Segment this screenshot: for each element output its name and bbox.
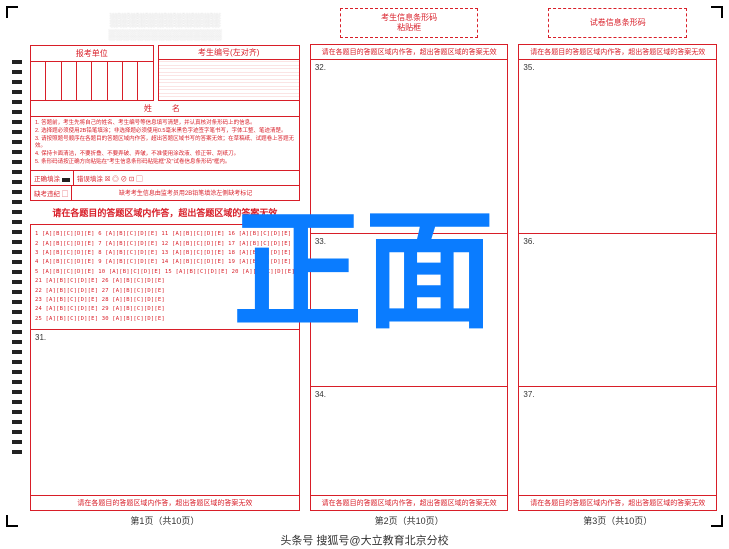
area-footer: 请在各题目的答题区域内作答，超出答题区域的答案无效	[311, 495, 508, 510]
exam-title: ░░░░░░░░░░░░	[30, 12, 300, 28]
wrong-fill-label: 错误填涂 ☒ ◎ ⊘ ⊡ ▢	[74, 171, 146, 185]
question-box: 37.	[519, 387, 716, 495]
warning-text: 请在各题目的答题区域内作答，超出答题区域的答案无效	[30, 201, 300, 224]
page-3: 试卷信息条形码 请在各题目的答题区域内作答，超出答题区域的答案无效 35. 36…	[518, 6, 717, 527]
name-box: 姓 名	[30, 101, 300, 117]
candidate-info-row: 报考单位 考生编号(左对齐)	[30, 45, 300, 101]
crop-mark-bl	[6, 513, 20, 527]
area-footer: 请在各题目的答题区域内作答，超出答题区域的答案无效	[519, 495, 716, 510]
mc-row: 22 [A][B][C][D][E] 27 [A][B][C][D][E]	[35, 287, 295, 296]
correct-fill-label: 正确填涂	[31, 171, 74, 185]
question-box: 35.	[519, 60, 716, 234]
page-2: 考生信息条形码 粘贴框 请在各题目的答题区域内作答，超出答题区域的答案无效 32…	[310, 6, 509, 527]
question-number: 32.	[315, 63, 326, 72]
page3-answer-area: 请在各题目的答题区域内作答，超出答题区域的答案无效 35. 36. 37. 请在…	[518, 44, 717, 511]
question-box: 33.	[311, 234, 508, 387]
exam-unit-header: 报考单位	[31, 46, 153, 62]
mc-row: 25 [A][B][C][D][E] 30 [A][B][C][D][E]	[35, 315, 295, 324]
instruction-line: 1. 答题前，考生先将自己的姓名、考生编号等信息填写清楚，并认真核对条形码上的信…	[35, 120, 295, 127]
exam-unit-box: 报考单位	[30, 45, 154, 101]
source-credit: 头条号 搜狐号@大立教育北京分校	[0, 532, 729, 548]
absent-label: 缺考违纪 ▢	[31, 186, 72, 200]
absent-note: 缺考考生信息由监考员用2B铅笔填涂左侧缺考标记	[72, 186, 299, 200]
instruction-line: 5. 条形码请按正确方向粘贴在"考生信息条形码粘贴框"及"试卷信息条形码"框内。	[35, 159, 295, 166]
mc-row: 21 [A][B][C][D][E] 26 [A][B][C][D][E]	[35, 277, 295, 286]
instruction-line: 2. 选择题必须使用2B铅笔填涂；非选择题必须使用0.5毫米黑色字迹签字笔书写，…	[35, 128, 295, 135]
barcode-line1: 试卷信息条形码	[590, 18, 646, 28]
question-number: 31.	[35, 333, 46, 342]
page-1: ░░░░░░░░░░░░ ░░░░░░░░░░░░░░░░ 报考单位 考生编号(…	[30, 6, 300, 527]
instruction-line: 3. 请按照题号顺序在各题目的答题区域内作答，超出答题区域书写的答案无效；在草稿…	[35, 136, 295, 150]
barcode-line1: 考生信息条形码	[381, 13, 437, 23]
question-number: 34.	[315, 390, 326, 399]
question-number: 36.	[523, 237, 534, 246]
multiple-choice-grid: 1 [A][B][C][D][E] 6 [A][B][C][D][E] 11 […	[30, 224, 300, 329]
mc-row: 24 [A][B][C][D][E] 29 [A][B][C][D][E]	[35, 305, 295, 314]
mc-row: 23 [A][B][C][D][E] 28 [A][B][C][D][E]	[35, 296, 295, 305]
question-number: 33.	[315, 237, 326, 246]
area-header: 请在各题目的答题区域内作答，超出答题区域的答案无效	[519, 45, 716, 60]
page2-number: 第2页（共10页）	[310, 511, 509, 527]
area-header: 请在各题目的答题区域内作答，超出答题区域的答案无效	[311, 45, 508, 60]
ticket-number-header: 考生编号(左对齐)	[159, 46, 299, 60]
page1-number: 第1页（共10页）	[30, 511, 300, 527]
ticket-number-box: 考生编号(左对齐)	[158, 45, 300, 101]
mc-row: 1 [A][B][C][D][E] 6 [A][B][C][D][E] 11 […	[35, 230, 295, 239]
candidate-barcode-box: 考生信息条形码 粘贴框	[340, 8, 479, 38]
timing-marks	[12, 60, 24, 460]
fill-sample-row: 正确填涂 错误填涂 ☒ ◎ ⊘ ⊡ ▢	[30, 171, 300, 186]
instructions-box: 1. 答题前，考生先将自己的姓名、考生编号等信息填写清楚，并认真核对条形码上的信…	[30, 117, 300, 172]
mc-row: 3 [A][B][C][D][E] 8 [A][B][C][D][E] 13 […	[35, 249, 295, 258]
question-box: 32.	[311, 60, 508, 234]
question-31-box: 31.	[30, 330, 300, 496]
mc-row: 5 [A][B][C][D][E] 10 [A][B][C][D][E] 15 …	[35, 268, 295, 277]
paper-barcode-box: 试卷信息条形码	[548, 8, 687, 38]
absent-row: 缺考违纪 ▢ 缺考考生信息由监考员用2B铅笔填涂左侧缺考标记	[30, 186, 300, 201]
question-number: 37.	[523, 390, 534, 399]
instruction-line: 4. 保持卡面清洁，不要折叠、不要弄破、弄皱，不准使用涂改液、修正带、刮纸刀。	[35, 151, 295, 158]
barcode-line2: 粘贴框	[397, 23, 421, 33]
page3-number: 第3页（共10页）	[518, 511, 717, 527]
page-spread: ░░░░░░░░░░░░ ░░░░░░░░░░░░░░░░ 报考单位 考生编号(…	[30, 6, 717, 527]
crop-mark-tl	[6, 6, 20, 20]
question-number: 35.	[523, 63, 534, 72]
exam-subtitle: ░░░░░░░░░░░░░░░░	[30, 30, 300, 41]
page1-footer-warn: 请在各题目的答题区域内作答，超出答题区域的答案无效	[30, 496, 300, 511]
question-box: 36.	[519, 234, 716, 387]
mc-row: 4 [A][B][C][D][E] 9 [A][B][C][D][E] 14 […	[35, 258, 295, 267]
page2-answer-area: 请在各题目的答题区域内作答，超出答题区域的答案无效 32. 33. 34. 请在…	[310, 44, 509, 511]
question-box: 34.	[311, 387, 508, 495]
mc-row: 2 [A][B][C][D][E] 7 [A][B][C][D][E] 12 […	[35, 240, 295, 249]
